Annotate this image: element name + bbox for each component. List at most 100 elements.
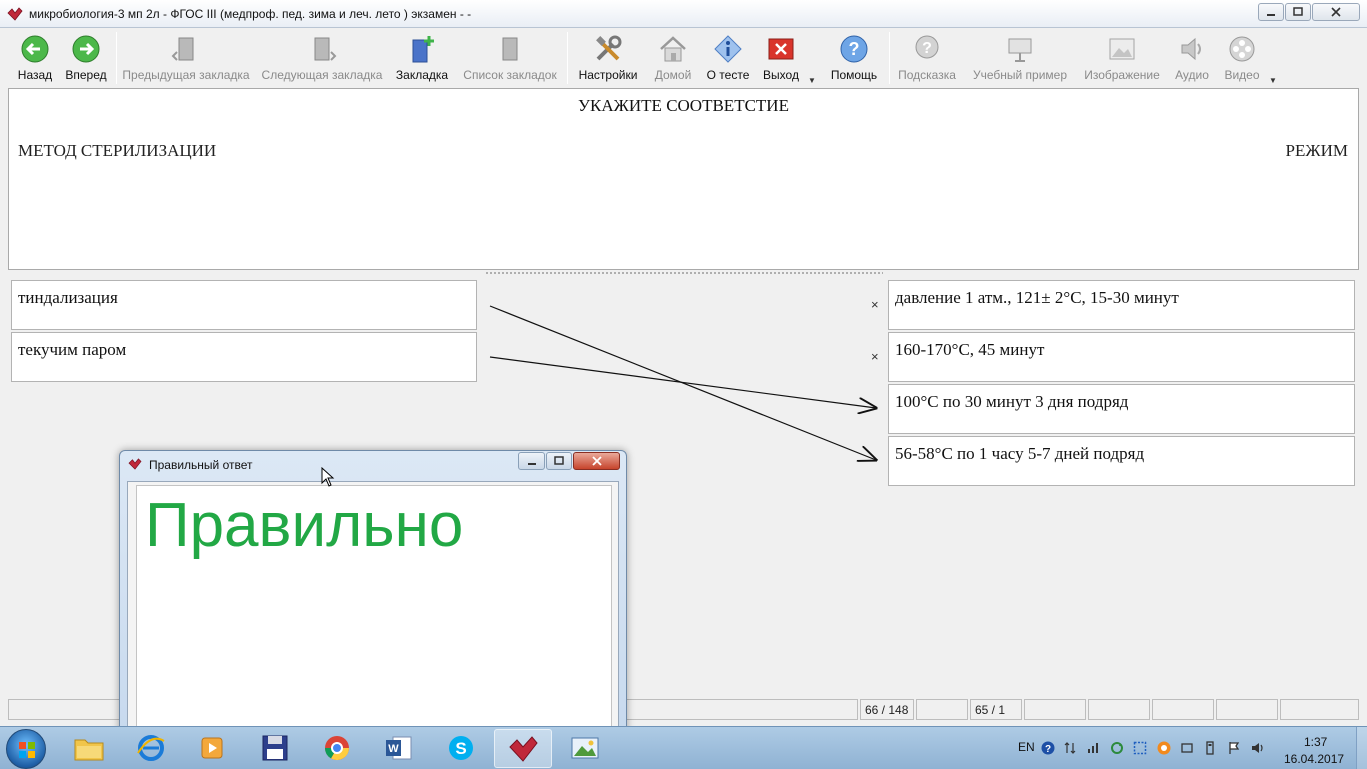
bookmark-list-label: Список закладок: [463, 68, 557, 82]
progress-text: 66 / 148: [865, 703, 909, 717]
minimize-button[interactable]: [1258, 3, 1284, 21]
result-message: Правильно: [145, 491, 464, 560]
taskbar-word[interactable]: W: [370, 729, 428, 768]
example-button[interactable]: Учебный пример: [968, 30, 1072, 87]
home-icon: [660, 36, 686, 62]
score-text: 65 / 1: [975, 703, 1006, 717]
taskbar-chrome[interactable]: [308, 729, 366, 768]
correct-answer-dialog: Правильный ответ Правильно: [119, 450, 627, 742]
dialog-maximize-button[interactable]: [546, 452, 572, 470]
settings-button[interactable]: Настройки: [574, 30, 642, 87]
taskbar-photo-viewer[interactable]: [556, 729, 614, 768]
right-item-text: 100°С по 30 минут 3 дня подряд: [895, 392, 1129, 411]
left-item-text: текучим паром: [18, 340, 127, 359]
dialog-content: Правильно: [136, 485, 612, 742]
right-item-4[interactable]: 56-58°С по 1 часу 5-7 дней подряд: [888, 436, 1355, 486]
app-checkmark-icon: [7, 7, 23, 21]
video-button[interactable]: Видео: [1218, 30, 1266, 87]
presentation-icon: [1008, 38, 1032, 62]
right-item-1[interactable]: давление 1 атм., 121± 2°С, 15-30 минут: [888, 280, 1355, 330]
close-icon: [591, 456, 602, 466]
title-bar: микробиология-3 мп 2л - ФГОС III (медпро…: [0, 0, 1367, 28]
about-label: О тесте: [706, 68, 750, 82]
film-reel-icon: [1229, 36, 1255, 62]
toolbar: Назад Вперед Предыдущая закладка Следующ…: [8, 30, 1359, 87]
match-link-arrow-1: [489, 305, 876, 460]
device-icon[interactable]: [1180, 741, 1194, 755]
speaker-icon: [1181, 37, 1201, 61]
bookmark-next-icon: [314, 37, 337, 61]
next-bookmark-button[interactable]: Следующая закладка: [260, 30, 384, 87]
avast-icon[interactable]: [1157, 741, 1171, 755]
tray-arrows-icon[interactable]: [1063, 741, 1077, 755]
taskbar-explorer[interactable]: [60, 729, 118, 768]
prev-bookmark-button[interactable]: Предыдущая закладка: [122, 30, 250, 87]
taskbar: W S EN ? 1:37 16.04.2017: [0, 726, 1367, 769]
help-button[interactable]: ? Помощь: [824, 30, 884, 87]
home-button[interactable]: Домой: [650, 30, 696, 87]
exit-icon: [768, 38, 794, 60]
taskbar-internet-explorer[interactable]: [122, 729, 180, 768]
info-icon: [714, 35, 742, 63]
app-checkmark-icon: [509, 736, 538, 762]
clock-date[interactable]: 16.04.2017: [1284, 752, 1344, 766]
forward-button[interactable]: Вперед: [60, 30, 112, 87]
exit-button[interactable]: Выход: [758, 30, 804, 87]
about-button[interactable]: О тесте: [702, 30, 754, 87]
taskbar-media-player[interactable]: [184, 729, 242, 768]
network-icon[interactable]: [1087, 741, 1101, 755]
dialog-body: Правильно: [127, 481, 619, 742]
bookmark-list-button[interactable]: Список закладок: [460, 30, 560, 87]
clear-link-button[interactable]: ×: [871, 349, 879, 364]
help-icon[interactable]: ?: [1041, 741, 1055, 755]
forward-label: Вперед: [65, 68, 107, 82]
word-icon: W: [386, 736, 412, 760]
image-button[interactable]: Изображение: [1082, 30, 1162, 87]
photo-viewer-icon: [571, 737, 599, 759]
screen-capture-icon[interactable]: [1133, 741, 1147, 755]
video-dropdown-icon[interactable]: ▼: [1269, 76, 1277, 85]
show-desktop-button[interactable]: [1356, 727, 1367, 769]
status-cell: [1024, 699, 1086, 720]
splitter-handle[interactable]: [485, 271, 883, 275]
svg-text:?: ?: [922, 40, 932, 57]
clock-time[interactable]: 1:37: [1304, 735, 1327, 749]
sync-icon[interactable]: [1110, 741, 1124, 755]
clear-link-button[interactable]: ×: [871, 297, 879, 312]
right-item-text: давление 1 атм., 121± 2°С, 15-30 минут: [895, 288, 1179, 307]
arrow-right-icon: [72, 35, 100, 63]
back-button[interactable]: Назад: [10, 30, 60, 87]
chrome-icon: [325, 736, 349, 761]
windows-logo-icon: [19, 742, 35, 758]
exit-dropdown-icon[interactable]: ▼: [808, 76, 816, 85]
status-cell: [1280, 699, 1359, 720]
toolbar-separator: [567, 32, 568, 84]
maximize-button[interactable]: [1285, 3, 1311, 21]
start-button[interactable]: [6, 729, 46, 769]
right-item-2[interactable]: 160-170°С, 45 минут: [888, 332, 1355, 382]
left-item-1[interactable]: тиндализация: [11, 280, 477, 330]
settings-label: Настройки: [578, 68, 638, 82]
example-label: Учебный пример: [972, 68, 1068, 82]
right-column-header: РЕЖИМ: [1285, 141, 1348, 160]
dialog-title: Правильный ответ: [149, 458, 253, 472]
bookmark-button[interactable]: Закладка: [394, 30, 450, 87]
svg-text:?: ?: [849, 39, 860, 59]
hint-button[interactable]: ? Подсказка: [896, 30, 958, 87]
taskbar-skype[interactable]: S: [432, 729, 490, 768]
audio-button[interactable]: Аудио: [1170, 30, 1214, 87]
next-bookmark-label: Следующая закладка: [261, 68, 383, 82]
dialog-close-button[interactable]: [573, 452, 620, 470]
action-center-flag-icon[interactable]: [1227, 741, 1241, 755]
taskbar-save-app[interactable]: [246, 729, 304, 768]
image-label: Изображение: [1084, 68, 1160, 82]
language-indicator[interactable]: EN: [1018, 740, 1035, 754]
close-button[interactable]: [1312, 3, 1360, 21]
bookmark-add-icon: [412, 36, 434, 63]
taskbar-test-app[interactable]: [494, 729, 552, 768]
left-item-2[interactable]: текучим паром: [11, 332, 477, 382]
right-item-3[interactable]: 100°С по 30 минут 3 дня подряд: [888, 384, 1355, 434]
dialog-minimize-button[interactable]: [518, 452, 545, 470]
usb-icon[interactable]: [1203, 741, 1217, 755]
volume-icon[interactable]: [1251, 741, 1265, 755]
